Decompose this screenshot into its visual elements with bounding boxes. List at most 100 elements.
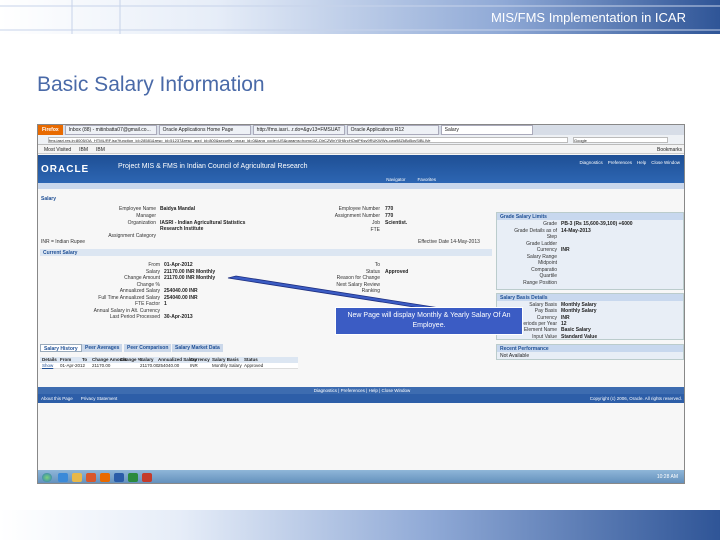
- privacy-statement-link[interactable]: Privacy Statement: [81, 396, 118, 401]
- tab-peer-averages[interactable]: Peer Averages: [82, 344, 123, 352]
- grade-limit-value: INR: [561, 247, 570, 253]
- browser-tab[interactable]: Oracle Applications Home Page: [158, 125, 251, 135]
- grade-limit-label: Currency: [536, 247, 557, 253]
- address-bar: fms.iasri.res.in:8005/OA_HTML/RF.jsp?fun…: [38, 135, 684, 145]
- current-salary-label: Status: [365, 268, 380, 275]
- favorites-menu[interactable]: Favorites: [417, 177, 436, 182]
- tab-peer-comparison[interactable]: Peer Comparison: [124, 344, 172, 352]
- bookmarks-menu[interactable]: Bookmarks: [657, 147, 682, 153]
- employee-name-label: Employee Name: [119, 206, 156, 212]
- assignment-number-label: Assignment Number: [334, 213, 380, 219]
- current-salary-label: Change Amount: [124, 275, 160, 281]
- show-details-link[interactable]: Show: [40, 363, 58, 368]
- browser-tab-active[interactable]: Salary: [440, 125, 533, 135]
- browser-tab[interactable]: Oracle Applications R12: [346, 125, 439, 135]
- start-button-icon[interactable]: [42, 473, 52, 482]
- table-cell: Monthly Salary: [212, 363, 242, 368]
- taskbar-clock: 10:28 AM: [656, 474, 678, 480]
- close-window-link[interactable]: Close Window: [651, 160, 680, 165]
- current-salary-header: Current Salary: [40, 249, 492, 256]
- salary-basis-value: Monthly Salary: [561, 302, 597, 308]
- windows-taskbar: 10:28 AM: [38, 470, 684, 483]
- table-cell: [80, 363, 90, 368]
- footer-close-window-link[interactable]: Close Window: [382, 388, 411, 393]
- header-divider: [38, 183, 684, 189]
- current-salary-value: 21170.00 INR Monthly: [164, 268, 216, 275]
- tab-salary-history[interactable]: Salary History: [40, 344, 82, 352]
- table-cell: 254040.00: [158, 363, 180, 368]
- slide-title: Basic Salary Information: [37, 73, 265, 96]
- bookmarks-bar: Most Visited IBM IBM Bookmarks: [38, 145, 684, 154]
- folder-icon[interactable]: [72, 473, 82, 482]
- current-salary-label: Change %: [136, 281, 160, 288]
- diagnostics-link[interactable]: Diagnostics: [579, 160, 602, 165]
- footer-diagnostics-link[interactable]: Diagnostics: [314, 388, 337, 393]
- media-icon[interactable]: [86, 473, 96, 482]
- grade-limit-label: Midpoint: [538, 260, 557, 266]
- salary-basis-value: Monthly Salary: [561, 308, 597, 315]
- about-page-link[interactable]: About this Page: [41, 396, 73, 401]
- grade-limit-label: Range Position: [523, 279, 557, 286]
- tab-salary-market-data[interactable]: Salary Market Data: [172, 344, 223, 352]
- table-cell: INR: [190, 363, 198, 368]
- recent-performance-value: Not Available: [500, 353, 530, 359]
- salary-basis-panel: Salary Basis Details Salary Basis Monthly…: [496, 293, 684, 340]
- salary-basis-value: Standard Value: [561, 333, 598, 340]
- preferences-link[interactable]: Preferences: [608, 160, 632, 165]
- grade-salary-limits-panel: Grade Salary Limits Grade PB-3 (Rs 15,600…: [496, 212, 684, 290]
- url-input[interactable]: fms.iasri.res.in:8005/OA_HTML/RF.jsp?fun…: [48, 137, 568, 143]
- recent-performance-title: Recent Performance: [497, 345, 683, 352]
- current-salary-label: Ranking: [361, 288, 380, 294]
- search-input[interactable]: Google: [573, 137, 668, 143]
- grade-limit-label: Grade: [543, 221, 557, 227]
- firefox-icon[interactable]: [100, 473, 110, 482]
- slide-header-bar: MIS/FMS Implementation in ICAR: [0, 0, 720, 34]
- current-salary-value: Approved: [385, 268, 409, 275]
- current-salary-value: 1: [164, 301, 167, 307]
- oracle-logo: ORACLE: [41, 164, 90, 175]
- footer-preferences-link[interactable]: Preferences: [341, 388, 365, 393]
- powerpoint-icon[interactable]: [142, 473, 152, 482]
- excel-icon[interactable]: [128, 473, 138, 482]
- browser-screenshot: Firefox Inbox (88) - mitinbatta07@gmail.…: [37, 124, 685, 484]
- grade-limit-value: 14-May-2013: [561, 227, 591, 234]
- word-icon[interactable]: [114, 473, 124, 482]
- current-salary-label: Reason for Change: [336, 275, 380, 281]
- currency-note: INR = Indian Rupee: [41, 239, 86, 245]
- application-title: Project MIS & FMS in Indian Council of A…: [118, 163, 308, 170]
- salary-basis-value: INR: [561, 314, 570, 321]
- organization-value: IASRI - Indian Agricultural Statistics R…: [160, 220, 246, 232]
- help-link[interactable]: Help: [637, 160, 646, 165]
- grade-limit-label: Comparatio: [531, 266, 557, 273]
- assignment-number-value: 770: [385, 213, 394, 219]
- table-cell: Approved: [244, 363, 264, 368]
- employee-number-value: 770: [385, 206, 394, 212]
- bookmark-ibm[interactable]: IBM: [79, 147, 88, 153]
- employee-name-value: Baidya Mandal: [160, 206, 196, 212]
- salary-basis-value: Basic Salary: [561, 327, 591, 334]
- manager-label: Manager: [136, 213, 156, 219]
- firefox-menu-button[interactable]: Firefox: [38, 125, 63, 135]
- salary-basis-title: Salary Basis Details: [497, 294, 683, 301]
- grade-limit-label: Salary Range: [526, 253, 557, 260]
- browser-tab[interactable]: http://fms.iasri...r.do=&gv13=FMSUAT: [252, 125, 345, 135]
- job-value: Scientist.: [385, 220, 408, 226]
- grade-salary-limits-title: Grade Salary Limits: [497, 213, 683, 220]
- current-salary-value: 254040.00 INR: [164, 294, 198, 301]
- table-cell: 21170.00: [140, 363, 159, 368]
- current-salary-value: 30-Apr-2013: [164, 314, 193, 320]
- current-salary-value: 21170.00 INR Monthly: [164, 275, 216, 281]
- current-salary-value: 254040.00 INR: [164, 288, 198, 294]
- current-salary-label: FTE Factor: [134, 301, 160, 307]
- grade-limit-value: PB-3 (Rs 15,600-39,100) +6000: [561, 221, 633, 227]
- navigator-menu[interactable]: Navigator: [386, 177, 405, 182]
- current-salary-label: Annualized Salary: [119, 288, 160, 294]
- current-salary-label: Full Time Annualized Salary: [98, 294, 160, 301]
- grade-limit-label: Grade Ladder: [526, 240, 557, 247]
- bookmark-ibm[interactable]: IBM: [96, 147, 105, 153]
- footer-help-link[interactable]: Help: [369, 388, 378, 393]
- recent-performance-panel: Recent Performance Not Available: [496, 344, 684, 360]
- browser-tab[interactable]: Inbox (88) - mitinbatta07@gmail.co...: [64, 125, 157, 135]
- bookmark-most-visited[interactable]: Most Visited: [44, 147, 71, 153]
- ie-icon[interactable]: [58, 473, 68, 482]
